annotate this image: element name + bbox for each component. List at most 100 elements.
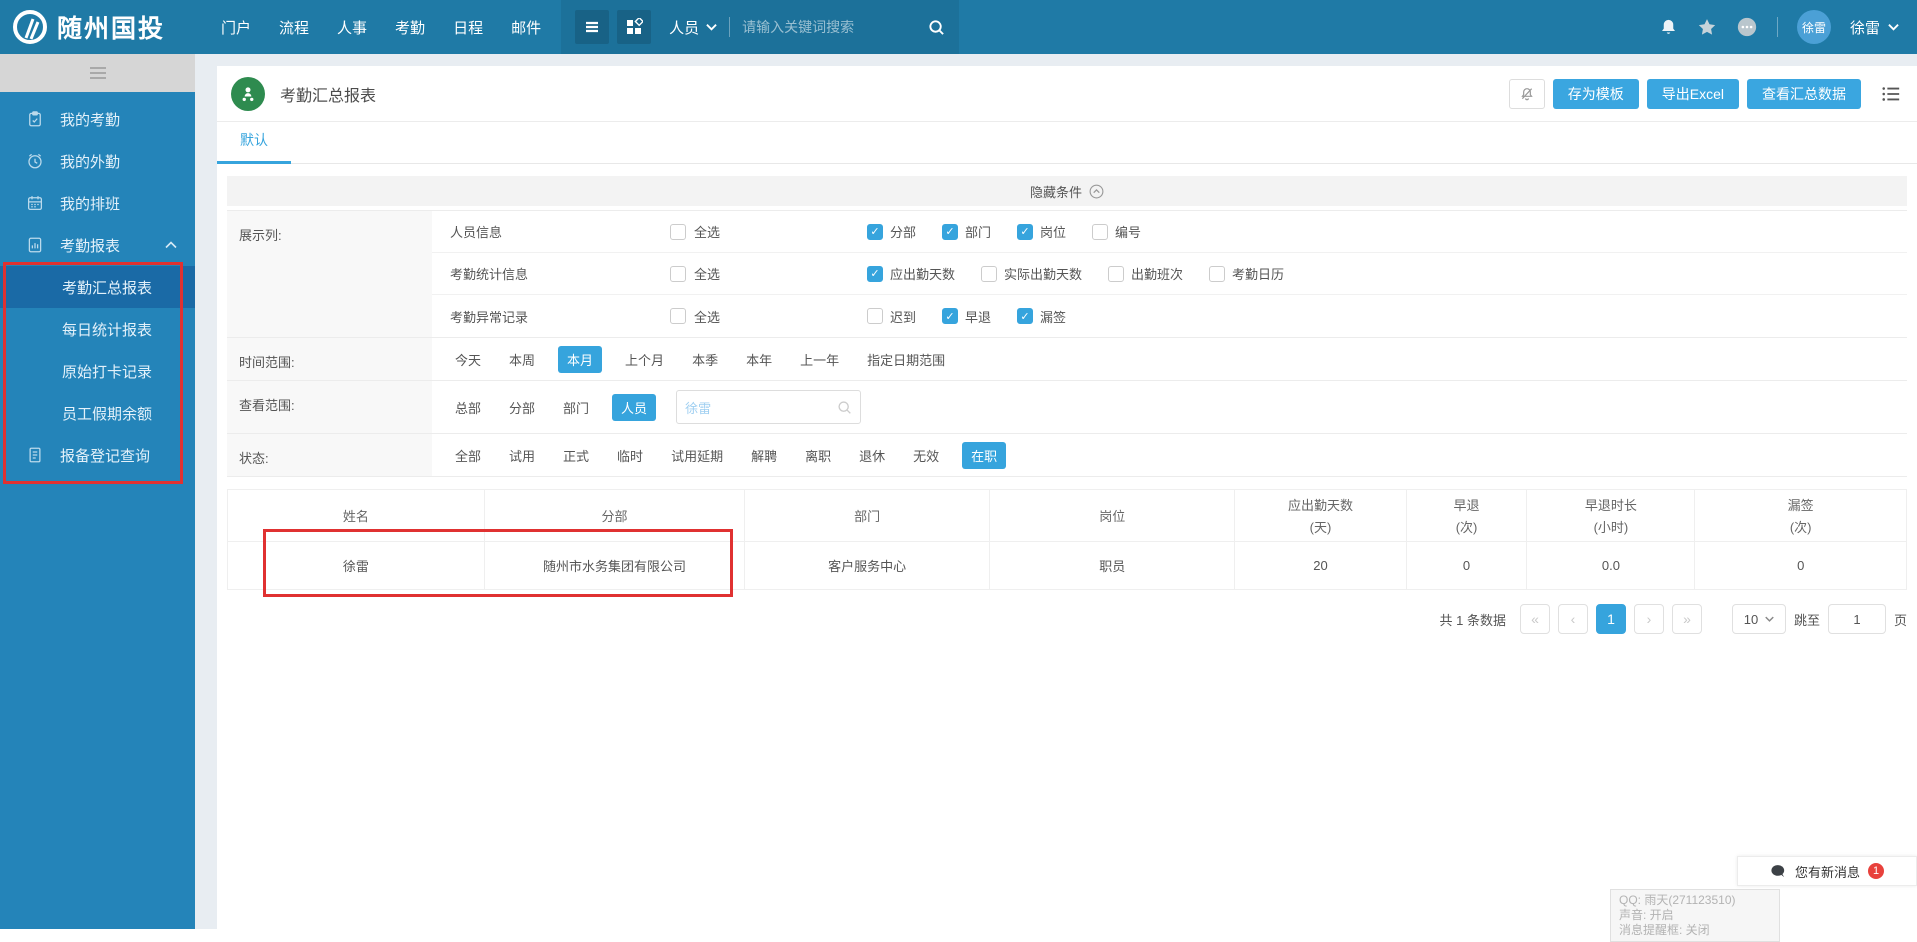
nav-menu-item[interactable]: 邮件 (511, 17, 541, 38)
sidebar-item-active[interactable]: 考勤汇总报表 (0, 266, 195, 308)
sidebar-item[interactable]: 我的外勤 (0, 140, 195, 182)
first-page-button[interactable]: « (1519, 604, 1550, 634)
table-cell: 0 (1694, 541, 1907, 590)
status-option[interactable]: 解聘 (746, 442, 782, 469)
message-ellipsis-icon[interactable] (1736, 16, 1758, 38)
tab-default[interactable]: 默认 (217, 130, 291, 164)
sidebar-item[interactable]: 报备登记查询 (0, 434, 195, 476)
search-icon[interactable] (928, 19, 945, 36)
checkbox[interactable] (1209, 265, 1226, 282)
table-cell: 客户服务中心 (744, 541, 991, 590)
view-range-option[interactable]: 部门 (558, 394, 594, 421)
checkbox[interactable] (867, 308, 883, 324)
sidebar-item[interactable]: 考勤报表 (0, 224, 195, 266)
checkbox[interactable] (1092, 223, 1109, 240)
search-scope-dropdown[interactable]: 人员 (669, 17, 717, 38)
favorite-star-icon[interactable] (1697, 17, 1717, 37)
notification-bell-icon[interactable] (1659, 17, 1678, 37)
sidebar-item[interactable]: 原始打卡记录 (0, 350, 195, 392)
display-group-name: 考勤统计信息 (450, 267, 529, 282)
time-range-option[interactable]: 指定日期范围 (862, 346, 950, 373)
list-menu-icon[interactable] (1881, 85, 1901, 103)
status-option-selected[interactable]: 在职 (962, 441, 1007, 469)
view-range-option[interactable]: 分部 (504, 394, 540, 421)
save-template-button[interactable]: 存为模板 (1552, 78, 1639, 109)
checkbox-checked[interactable]: ✓ (867, 223, 883, 240)
header-actions: 存为模板 导出Excel 查看汇总数据 (1508, 78, 1901, 109)
nav-menu-item[interactable]: 门户 (221, 17, 251, 38)
checkbox-checked[interactable]: ✓ (1017, 223, 1034, 240)
sidebar-item[interactable]: 我的排班 (0, 182, 195, 224)
time-range-option[interactable]: 本周 (504, 346, 540, 373)
filter-label: 时间范围: (227, 338, 432, 380)
user-avatar[interactable]: 徐雷 (1796, 10, 1831, 44)
page-size-select[interactable]: 10 (1731, 604, 1786, 634)
status-option[interactable]: 试用延期 (666, 442, 728, 469)
nav-menu-item[interactable]: 日程 (453, 17, 483, 38)
time-range-option[interactable]: 本季 (687, 346, 723, 373)
checkbox-checked[interactable]: ✓ (867, 265, 883, 282)
header-unit: (天) (1309, 520, 1332, 535)
view-range-option[interactable]: 总部 (450, 394, 486, 421)
user-menu[interactable]: 徐雷 (1850, 17, 1899, 38)
mute-notification-button[interactable] (1508, 78, 1545, 109)
status-option[interactable]: 离职 (800, 442, 836, 469)
view-summary-button[interactable]: 查看汇总数据 (1747, 78, 1861, 109)
select-all-label: 全选 (694, 309, 721, 325)
page-size-value: 10 (1743, 611, 1759, 627)
sidebar-item-label: 考勤汇总报表 (62, 279, 153, 297)
checkbox-checked[interactable]: ✓ (942, 308, 959, 324)
header-title: 分部 (601, 509, 628, 524)
checkbox[interactable] (981, 265, 998, 282)
hamburger-menu-icon[interactable] (575, 10, 610, 44)
status-option[interactable]: 试用 (504, 442, 540, 469)
header-title: 早退时长 (1584, 498, 1637, 513)
sidebar-item[interactable]: 每日统计报表 (0, 308, 195, 350)
checkbox-checked[interactable]: ✓ (1017, 308, 1034, 324)
checkbox[interactable] (1108, 265, 1125, 282)
pagination-total: 共 1 条数据 (1439, 612, 1506, 628)
status-option[interactable]: 无效 (908, 442, 944, 469)
report-icon (26, 236, 46, 254)
last-page-button[interactable]: » (1671, 604, 1702, 634)
time-range-option[interactable]: 上一年 (795, 346, 844, 373)
attendance-report-icon (231, 76, 265, 111)
option-label: 实际出勤天数 (1004, 267, 1083, 282)
jump-page-input[interactable] (1827, 604, 1886, 634)
prev-page-button[interactable]: ‹ (1557, 604, 1588, 634)
sidebar-collapse-button[interactable] (0, 54, 195, 92)
person-search-input[interactable] (685, 399, 838, 415)
sidebar-item-label: 我的考勤 (60, 111, 121, 129)
option-label: 编号 (1115, 225, 1142, 240)
option-label: 分部 (890, 225, 917, 240)
time-range-option[interactable]: 本年 (741, 346, 777, 373)
sidebar-item[interactable]: 我的考勤 (0, 98, 195, 140)
brand: 随州国投 (0, 9, 195, 45)
apps-grid-icon[interactable] (617, 10, 652, 44)
nav-menu-item[interactable]: 流程 (279, 17, 309, 38)
view-range-option-selected[interactable]: 人员 (612, 393, 657, 421)
checkbox[interactable] (670, 265, 686, 282)
export-excel-button[interactable]: 导出Excel (1646, 78, 1739, 109)
checkbox[interactable] (670, 308, 686, 324)
nav-menu-item[interactable]: 人事 (337, 17, 367, 38)
global-search-input[interactable] (742, 19, 929, 35)
checkbox-checked[interactable]: ✓ (942, 223, 959, 240)
sidebar-item[interactable]: 员工假期余额 (0, 392, 195, 434)
nav-menu-item[interactable]: 考勤 (395, 17, 425, 38)
status-option[interactable]: 全部 (450, 442, 486, 469)
new-message-bar[interactable]: 您有新消息 1 (1737, 856, 1917, 886)
option-checkbox-wrap: 实际出勤天数 (981, 264, 1082, 283)
time-range-option-selected[interactable]: 本月 (558, 345, 603, 373)
hide-conditions-toggle[interactable]: 隐藏条件 (227, 176, 1907, 206)
header-title: 岗位 (1099, 509, 1126, 524)
status-option[interactable]: 退休 (854, 442, 890, 469)
status-option[interactable]: 临时 (612, 442, 648, 469)
time-range-option[interactable]: 上个月 (620, 346, 669, 373)
filter-label: 展示列: (227, 211, 432, 337)
status-option[interactable]: 正式 (558, 442, 594, 469)
checkbox[interactable] (670, 223, 686, 240)
next-page-button[interactable]: › (1633, 604, 1664, 634)
time-range-option[interactable]: 今天 (450, 346, 486, 373)
page-number-button-active[interactable]: 1 (1595, 604, 1626, 634)
